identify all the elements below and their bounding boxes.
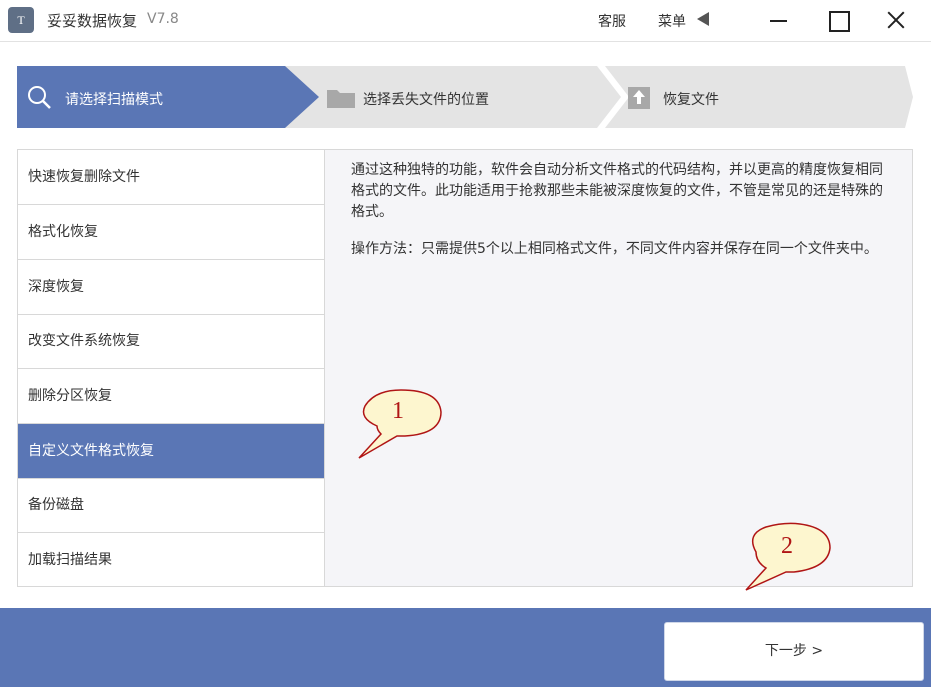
next-step-button[interactable]: 下一步 > <box>664 622 924 681</box>
callout-2: 2 <box>744 522 836 592</box>
menu-arrow-icon[interactable] <box>697 12 709 26</box>
mode-deleted-partition-recover[interactable]: 删除分区恢复 <box>18 369 324 424</box>
mode-deep-recover[interactable]: 深度恢复 <box>18 260 324 315</box>
customer-service-link[interactable]: 客服 <box>598 11 626 31</box>
upload-icon <box>628 87 650 109</box>
step-progress-bar: 请选择扫描模式 选择丢失文件的位置 恢复文件 <box>17 66 913 128</box>
step-1-label: 请选择扫描模式 <box>65 92 163 108</box>
callout-1: 1 <box>355 388 447 460</box>
mode-custom-format-recover[interactable]: 自定义文件格式恢复 <box>18 424 324 479</box>
mode-description-text: 通过这种独特的功能，软件会自动分析文件格式的代码结构，并以更高的精度恢复相同格式… <box>351 162 883 220</box>
close-button[interactable] <box>880 6 910 36</box>
mode-format-recover[interactable]: 格式化恢复 <box>18 205 324 260</box>
minimize-button[interactable] <box>763 6 793 36</box>
callout-1-number: 1 <box>392 398 404 424</box>
callout-2-number: 2 <box>781 533 793 559</box>
maximize-button[interactable] <box>822 6 852 36</box>
search-icon <box>28 86 51 109</box>
scan-mode-list: 快速恢复删除文件 格式化恢复 深度恢复 改变文件系统恢复 删除分区恢复 自定义文… <box>17 149 325 587</box>
app-title: 妥妥数据恢复 <box>47 12 138 30</box>
mode-load-scan-results[interactable]: 加载扫描结果 <box>18 533 324 588</box>
menu-button[interactable]: 菜单 <box>658 11 686 31</box>
mode-usage-method: 操作方法：只需提供5个以上相同格式文件，不同文件内容并保存在同一个文件夹中。 <box>351 241 878 257</box>
app-logo: T <box>8 7 34 33</box>
step-3-label: 恢复文件 <box>663 92 719 108</box>
mode-filesystem-change-recover[interactable]: 改变文件系统恢复 <box>18 314 324 369</box>
app-version: V7.8 <box>147 11 179 27</box>
folder-icon <box>327 90 355 108</box>
step-2-label: 选择丢失文件的位置 <box>363 92 489 108</box>
mode-quick-recover-deleted[interactable]: 快速恢复删除文件 <box>18 150 324 205</box>
mode-backup-disk[interactable]: 备份磁盘 <box>18 478 324 533</box>
title-bar: T 妥妥数据恢复 V7.8 客服 菜单 <box>0 0 931 42</box>
